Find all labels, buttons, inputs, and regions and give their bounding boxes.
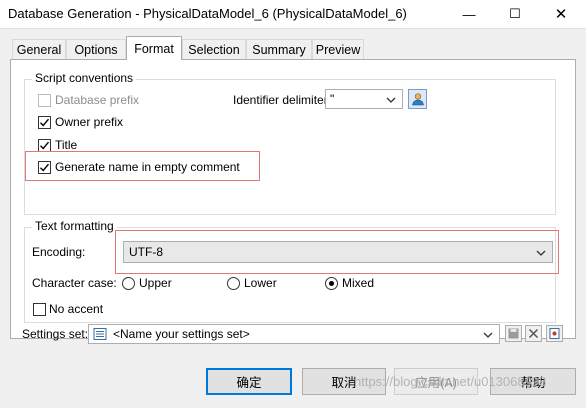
settings-set-label: Settings set: [22,327,89,341]
maximize-icon: ☐ [509,6,521,21]
no-accent-checkbox[interactable] [33,303,46,316]
chevron-down-icon [481,329,495,341]
document-icon [93,327,107,344]
tab-general[interactable]: General [12,39,66,59]
chevron-down-icon [384,94,398,106]
settings-set-select[interactable]: <Name your settings set> [88,324,500,344]
checkmark-icon [40,118,50,127]
title-bar: Database Generation - PhysicalDataModel_… [0,0,586,28]
settings-set-placeholder: <Name your settings set> [113,327,250,341]
chevron-down-icon [534,247,548,259]
minimize-icon: — [462,6,476,22]
database-prefix-label: Database prefix [55,93,140,107]
floppy-icon [508,328,519,339]
window-title: Database Generation - PhysicalDataModel_… [8,6,407,21]
radio-lower-label: Lower [244,276,277,290]
identifier-delimiter-select[interactable]: " [325,89,403,109]
delete-icon [528,328,539,339]
owner-prefix-checkbox[interactable] [38,116,51,129]
tab-format[interactable]: Format [126,36,182,60]
no-accent-label: No accent [49,302,104,316]
maximize-button[interactable]: ☐ [492,0,538,28]
minimize-button[interactable]: — [446,0,492,28]
owner-prefix-label: Owner prefix [55,115,124,129]
script-conventions-label: Script conventions [32,71,137,85]
tab-selection[interactable]: Selection [182,39,246,59]
tab-summary[interactable]: Summary [246,39,312,59]
radio-upper[interactable] [122,277,135,290]
encoding-value: UTF-8 [129,245,163,259]
properties-icon [549,328,560,339]
checkmark-icon [40,163,50,172]
text-formatting-label: Text formatting [32,219,117,233]
checkmark-icon [40,141,50,150]
radio-lower[interactable] [227,277,240,290]
identifier-delimiter-value: " [330,92,335,106]
generate-name-label: Generate name in empty comment [55,160,240,174]
encoding-select[interactable]: UTF-8 [123,241,553,263]
format-tab-panel: Script conventions Database prefix Owner… [10,59,576,339]
settings-properties-button[interactable] [546,325,563,342]
close-button[interactable]: ✕ [538,0,584,28]
save-settings-button[interactable] [505,325,522,342]
character-case-label: Character case: [32,276,117,290]
tab-options[interactable]: Options [66,39,126,59]
close-icon: ✕ [554,6,568,23]
identifier-delimiter-label: Identifier delimiter: [233,93,332,107]
radio-mixed-label: Mixed [342,276,375,290]
ok-button[interactable]: 确定 [206,368,292,395]
watermark-text: https://blog.csdn.net/u013068998 [354,374,547,389]
generate-name-checkbox[interactable] [38,161,51,174]
encoding-label: Encoding: [32,245,86,259]
title-label: Title [55,138,78,152]
dialog-client: General Options Format Selection Summary… [0,28,586,408]
user-icon-button[interactable] [408,89,427,109]
radio-upper-label: Upper [139,276,172,290]
database-prefix-checkbox[interactable] [38,94,51,107]
delete-settings-button[interactable] [525,325,542,342]
user-icon [411,93,424,106]
radio-mixed[interactable] [325,277,338,290]
tab-preview[interactable]: Preview [312,39,364,59]
